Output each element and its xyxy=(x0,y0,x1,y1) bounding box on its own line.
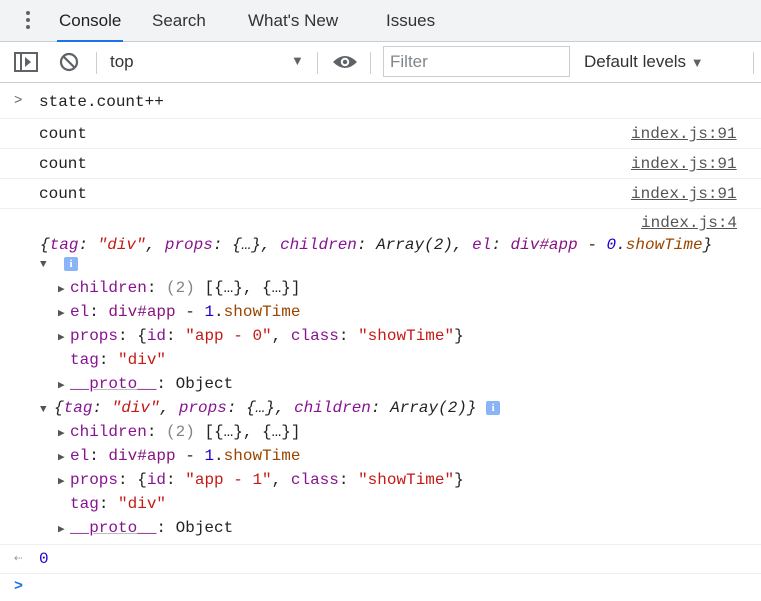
log-row: count index.js:91 xyxy=(0,149,761,179)
console-toolbar: top ▼ Default levels ▼ xyxy=(0,42,761,83)
log-message: count xyxy=(39,155,88,173)
property-children[interactable]: ▶ children: (2) [{…}, {…}] xyxy=(58,277,300,299)
context-selector[interactable]: top xyxy=(110,42,134,82)
log-row: count index.js:91 xyxy=(0,179,761,209)
result-value: 0 xyxy=(39,550,49,568)
log-message: count xyxy=(39,125,88,143)
property-children[interactable]: ▶ children: (2) [{…}, {…}] xyxy=(58,421,300,443)
tab-console[interactable]: Console xyxy=(56,0,124,42)
live-expression-eye-icon[interactable] xyxy=(332,54,358,70)
more-options-icon[interactable] xyxy=(20,11,36,33)
source-link[interactable]: index.js:91 xyxy=(631,155,737,173)
object-summary-2[interactable]: ▼ {tag: "div", props: {…}, children: Arra… xyxy=(40,397,501,419)
show-sidebar-icon[interactable] xyxy=(14,52,38,72)
tab-whats-new[interactable]: What's New xyxy=(248,0,338,42)
info-icon[interactable]: i xyxy=(486,400,501,415)
object-summary-1[interactable]: {tag: "div", props: {…}, children: Array… xyxy=(40,234,712,256)
log-levels-label: Default levels xyxy=(584,52,687,71)
input-chevron-icon: > xyxy=(14,93,23,109)
input-entry: > state.count++ xyxy=(0,84,761,119)
log-message: count xyxy=(39,185,88,203)
console-prompt[interactable]: > xyxy=(0,574,761,601)
filter-input[interactable] xyxy=(383,46,570,77)
source-link[interactable]: index.js:4 xyxy=(641,214,737,232)
property-el[interactable]: ▶ el: div#app - 1.showTime xyxy=(58,301,300,323)
property-proto[interactable]: ▶ __proto__: Object xyxy=(58,373,233,395)
log-levels-dropdown[interactable]: Default levels ▼ xyxy=(584,42,704,82)
toolbar-divider xyxy=(370,52,371,74)
object-log-row: index.js:4 {tag: "div", props: {…}, chil… xyxy=(0,209,761,545)
levels-arrow-icon: ▼ xyxy=(690,55,704,70)
toolbar-divider xyxy=(753,52,754,74)
toolbar-divider xyxy=(96,52,97,74)
source-link[interactable]: index.js:91 xyxy=(631,125,737,143)
source-link[interactable]: index.js:91 xyxy=(631,185,737,203)
context-dropdown-arrow-icon[interactable]: ▼ xyxy=(291,53,304,68)
devtools-tabbar: Console Search What's New Issues xyxy=(0,0,761,42)
property-proto[interactable]: ▶ __proto__: Object xyxy=(58,517,233,539)
input-command: state.count++ xyxy=(39,93,164,111)
result-arrow-icon: ⇠ xyxy=(14,551,23,567)
property-tag: tag: "div" xyxy=(70,351,167,369)
tab-search[interactable]: Search xyxy=(152,0,206,42)
info-icon[interactable]: i xyxy=(64,257,78,271)
property-props[interactable]: ▶ props: {id: "app - 0", class: "showTime… xyxy=(58,325,464,347)
log-row: count index.js:91 xyxy=(0,119,761,149)
clear-console-icon[interactable] xyxy=(59,52,79,72)
tab-issues[interactable]: Issues xyxy=(386,0,435,42)
property-el[interactable]: ▶ el: div#app - 1.showTime xyxy=(58,445,300,467)
expanded-arrow-icon[interactable]: ▼ xyxy=(40,259,47,271)
prompt-chevron-icon: > xyxy=(14,578,24,595)
property-tag: tag: "div" xyxy=(70,495,167,513)
toolbar-divider xyxy=(317,52,318,74)
property-props[interactable]: ▶ props: {id: "app - 1", class: "showTime… xyxy=(58,469,464,491)
result-row: ⇠ 0 xyxy=(0,545,761,574)
